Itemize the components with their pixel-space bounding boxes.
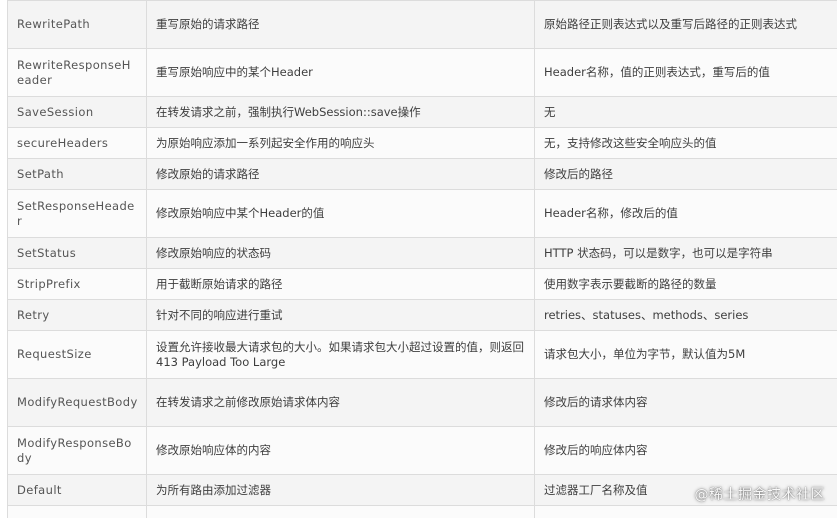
filter-description-cell: 针对不同的响应进行重试 (146, 299, 535, 331)
filter-params-cell: Header名称，修改后的值 (534, 189, 837, 238)
gateway-filters-table: RewritePath 重写原始的请求路径 原始路径正则表达式以及重写后路径的正… (7, 0, 837, 518)
filter-params-cell: HTTP 状态码，可以是数字，也可以是字符串 (534, 237, 837, 269)
filter-name-cell: SetStatus (7, 237, 147, 269)
filter-name-cell: SaveSession (7, 96, 147, 128)
filter-params-cell: retries、statuses、methods、series (534, 299, 837, 331)
table-row: RewriteResponseHeader 重写原始响应中的某个Header H… (7, 48, 837, 97)
table-row: ModifyRequestBody 在转发请求之前修改原始请求体内容 修改后的请… (7, 378, 837, 427)
filter-params-cell: 使用数字表示要截断的路径的数量 (534, 268, 837, 300)
filter-description-cell: 在转发请求之前，强制执行WebSession::save操作 (146, 96, 535, 128)
filter-description-cell (146, 505, 535, 518)
filter-params-cell: 修改后的请求体内容 (534, 378, 837, 427)
table-body: RewritePath 重写原始的请求路径 原始路径正则表达式以及重写后路径的正… (7, 0, 837, 518)
filter-description-cell: 设置允许接收最大请求包的大小。如果请求包大小超过设置的值，则返回 413 Pay… (146, 330, 535, 379)
filter-params-cell: 原始路径正则表达式以及重写后路径的正则表达式 (534, 0, 837, 49)
filter-name-cell: SetPath (7, 158, 147, 190)
filter-params-cell: 修改后的路径 (534, 158, 837, 190)
table-row (7, 505, 837, 518)
table-row: Retry 针对不同的响应进行重试 retries、statuses、metho… (7, 299, 837, 331)
filter-name-cell: SetResponseHeader (7, 189, 147, 238)
filter-description-cell: 修改原始响应的状态码 (146, 237, 535, 269)
filter-params-cell: 修改后的响应体内容 (534, 426, 837, 475)
filter-name-cell: RewriteResponseHeader (7, 48, 147, 97)
filter-params-cell: Header名称，值的正则表达式，重写后的值 (534, 48, 837, 97)
table-row: SaveSession 在转发请求之前，强制执行WebSession::save… (7, 96, 837, 128)
filter-description-cell: 用于截断原始请求的路径 (146, 268, 535, 300)
filter-params-cell: 无 (534, 96, 837, 128)
filter-name-cell: secureHeaders (7, 127, 147, 159)
filter-name-cell: RewritePath (7, 0, 147, 49)
filter-description-cell: 修改原始响应体的内容 (146, 426, 535, 475)
table-row: SetResponseHeader 修改原始响应中某个Header的值 Head… (7, 189, 837, 238)
filter-name-cell: ModifyRequestBody (7, 378, 147, 427)
table-row: ModifyResponseBody 修改原始响应体的内容 修改后的响应体内容 (7, 426, 837, 475)
table-row: RequestSize 设置允许接收最大请求包的大小。如果请求包大小超过设置的值… (7, 330, 837, 379)
filter-description-cell: 在转发请求之前修改原始请求体内容 (146, 378, 535, 427)
filter-description-cell: 重写原始的请求路径 (146, 0, 535, 49)
filter-params-cell: 请求包大小，单位为字节，默认值为5M (534, 330, 837, 379)
filter-params-cell: 无，支持修改这些安全响应头的值 (534, 127, 837, 159)
filter-name-cell: RequestSize (7, 330, 147, 379)
watermark-text: @稀土掘金技术社区 (694, 487, 825, 503)
table-row: SetPath 修改原始的请求路径 修改后的路径 (7, 158, 837, 190)
page: RewritePath 重写原始的请求路径 原始路径正则表达式以及重写后路径的正… (0, 0, 837, 518)
table-row: secureHeaders 为原始响应添加一系列起安全作用的响应头 无，支持修改… (7, 127, 837, 159)
filter-description-cell: 为所有路由添加过滤器 (146, 474, 535, 506)
filter-name-cell (7, 505, 147, 518)
table-row: SetStatus 修改原始响应的状态码 HTTP 状态码，可以是数字，也可以是… (7, 237, 837, 269)
filter-description-cell: 修改原始响应中某个Header的值 (146, 189, 535, 238)
filter-description-cell: 重写原始响应中的某个Header (146, 48, 535, 97)
filter-description-cell: 修改原始的请求路径 (146, 158, 535, 190)
filter-description-cell: 为原始响应添加一系列起安全作用的响应头 (146, 127, 535, 159)
filter-name-cell: StripPrefix (7, 268, 147, 300)
filter-name-cell: ModifyResponseBody (7, 426, 147, 475)
table-row: StripPrefix 用于截断原始请求的路径 使用数字表示要截断的路径的数量 (7, 268, 837, 300)
filter-params-cell (534, 505, 837, 518)
filter-name-cell: Default (7, 474, 147, 506)
filter-name-cell: Retry (7, 299, 147, 331)
table-row: RewritePath 重写原始的请求路径 原始路径正则表达式以及重写后路径的正… (7, 0, 837, 49)
